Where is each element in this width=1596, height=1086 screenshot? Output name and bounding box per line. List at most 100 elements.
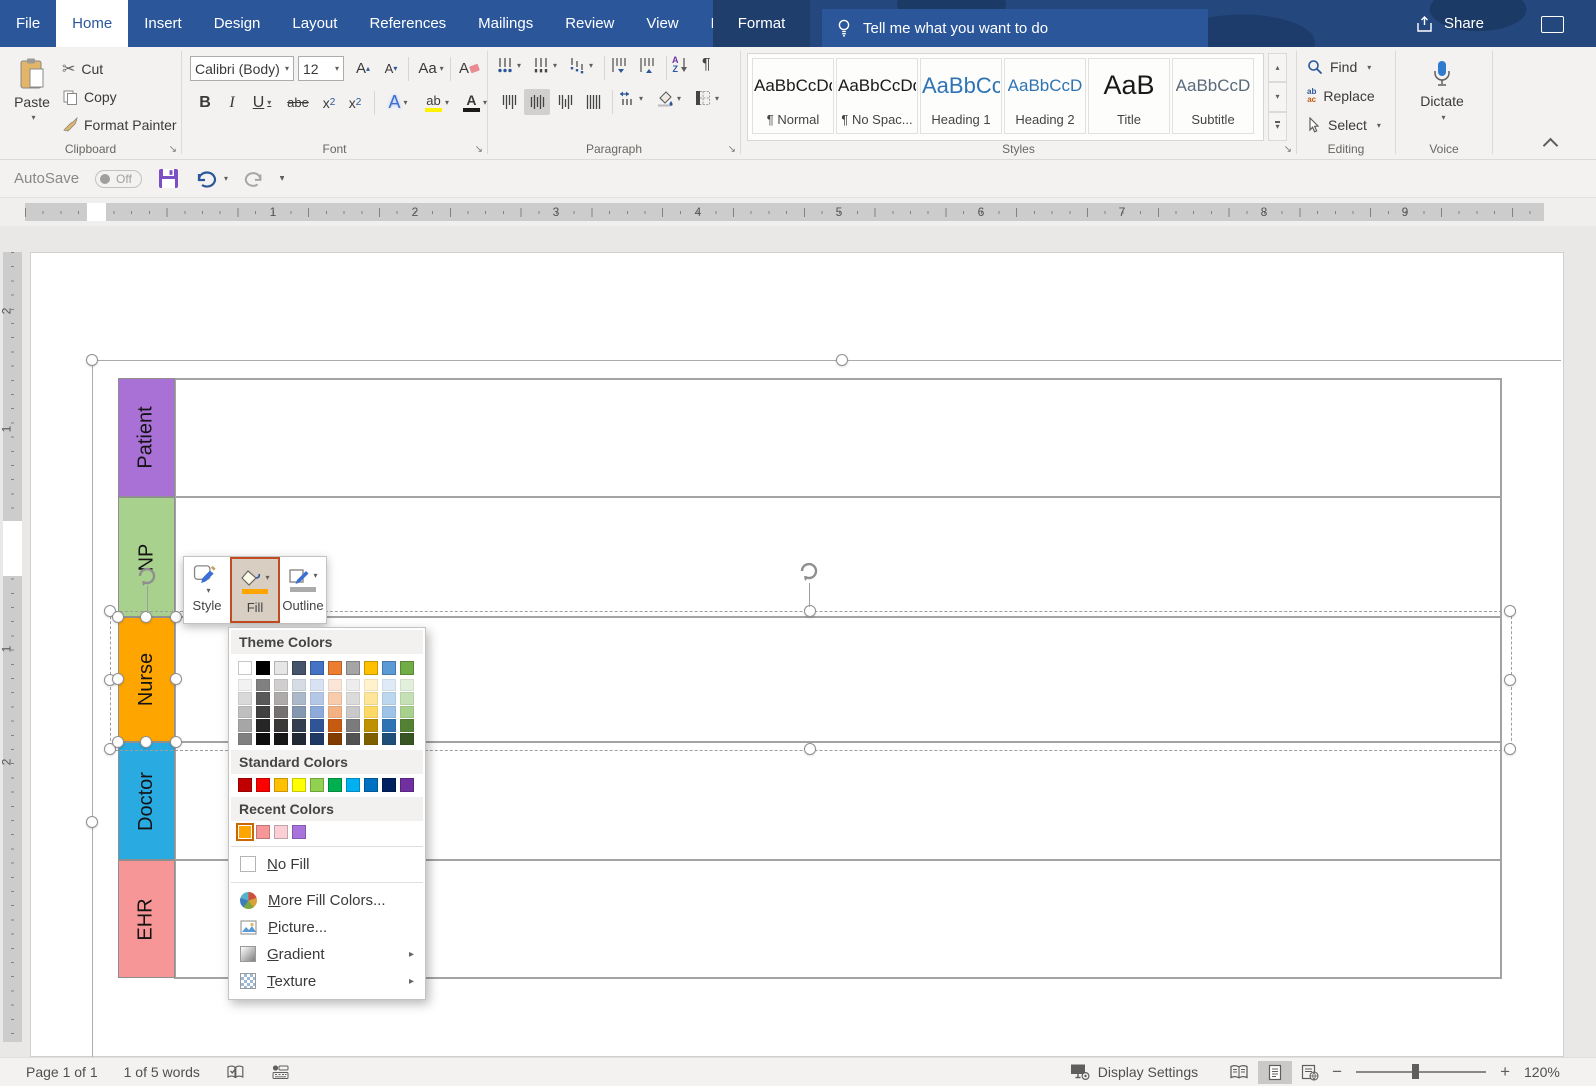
print-layout-button[interactable] bbox=[1258, 1061, 1292, 1084]
color-swatch[interactable] bbox=[292, 692, 306, 704]
zoom-in-button[interactable]: + bbox=[1496, 1062, 1514, 1082]
shape-handle[interactable] bbox=[170, 736, 182, 748]
canvas-handle-top-left[interactable] bbox=[86, 354, 98, 366]
select-button[interactable]: Select▾ bbox=[1307, 113, 1381, 137]
color-swatch[interactable] bbox=[346, 692, 360, 704]
shape-handle[interactable] bbox=[170, 673, 182, 685]
color-swatch[interactable] bbox=[238, 719, 252, 731]
color-swatch[interactable] bbox=[274, 778, 288, 792]
rotate-handle[interactable] bbox=[797, 559, 821, 583]
color-swatch[interactable] bbox=[328, 719, 342, 731]
save-icon[interactable] bbox=[158, 168, 179, 189]
shape-handle[interactable] bbox=[112, 673, 124, 685]
clear-formatting-button[interactable]: A bbox=[454, 56, 484, 81]
collapse-ribbon-icon[interactable] bbox=[1543, 138, 1559, 154]
italic-button[interactable]: I bbox=[220, 89, 244, 116]
color-swatch[interactable] bbox=[292, 825, 306, 839]
style-normal[interactable]: AaBbCcDd ¶ Normal bbox=[752, 58, 834, 134]
shrink-font-button[interactable]: A▾ bbox=[378, 56, 404, 81]
color-swatch[interactable] bbox=[346, 719, 360, 731]
color-swatch[interactable] bbox=[274, 706, 288, 718]
color-swatch[interactable] bbox=[364, 661, 378, 675]
color-swatch[interactable] bbox=[346, 778, 360, 792]
color-swatch[interactable] bbox=[256, 778, 270, 792]
page-indicator[interactable]: Page 1 of 1 bbox=[26, 1064, 98, 1080]
color-swatch[interactable] bbox=[256, 679, 270, 691]
color-swatch[interactable] bbox=[256, 719, 270, 731]
sort-button[interactable]: AZ bbox=[672, 56, 688, 74]
tell-me-search[interactable]: Tell me what you want to do bbox=[822, 9, 1208, 47]
find-button[interactable]: Find▾ bbox=[1307, 55, 1371, 79]
justify-button[interactable] bbox=[580, 89, 606, 115]
color-swatch[interactable] bbox=[292, 706, 306, 718]
color-swatch[interactable] bbox=[346, 706, 360, 718]
color-swatch[interactable] bbox=[328, 733, 342, 745]
shape-handle[interactable] bbox=[112, 611, 124, 623]
increase-indent-button[interactable] bbox=[638, 56, 656, 74]
color-swatch[interactable] bbox=[382, 778, 396, 792]
highlight-color-button[interactable]: ab▾ bbox=[418, 89, 456, 116]
zoom-slider-thumb[interactable] bbox=[1412, 1064, 1419, 1079]
color-swatch[interactable] bbox=[292, 679, 306, 691]
color-swatch[interactable] bbox=[382, 661, 396, 675]
canvas-handle-top-center[interactable] bbox=[836, 354, 848, 366]
color-swatch[interactable] bbox=[274, 692, 288, 704]
color-swatch[interactable] bbox=[364, 733, 378, 745]
style-heading-1[interactable]: AaBbCc Heading 1 bbox=[920, 58, 1002, 134]
color-swatch[interactable] bbox=[346, 733, 360, 745]
color-swatch[interactable] bbox=[400, 679, 414, 691]
paragraph-dialog-launcher[interactable]: ↘ bbox=[728, 145, 736, 155]
color-swatch[interactable] bbox=[274, 733, 288, 745]
shape-handle[interactable] bbox=[140, 736, 152, 748]
clipboard-dialog-launcher[interactable]: ↘ bbox=[169, 145, 177, 155]
color-swatch[interactable] bbox=[400, 706, 414, 718]
color-swatch[interactable] bbox=[238, 692, 252, 704]
color-swatch[interactable] bbox=[364, 706, 378, 718]
color-swatch[interactable] bbox=[292, 778, 306, 792]
rotate-handle[interactable] bbox=[135, 564, 159, 588]
gradient-fill-item[interactable]: Gradient ▸ bbox=[229, 941, 425, 968]
style-no-spacing[interactable]: AaBbCcDd ¶ No Spac... bbox=[836, 58, 918, 134]
style-button[interactable]: ▾ Style bbox=[184, 557, 230, 623]
strikethrough-button[interactable]: abe bbox=[282, 89, 314, 116]
share-button[interactable]: Share bbox=[1415, 0, 1484, 47]
line-spacing-button[interactable]: ▾ bbox=[618, 89, 643, 107]
font-dialog-launcher[interactable]: ↘ bbox=[475, 145, 483, 155]
color-swatch[interactable] bbox=[274, 719, 288, 731]
tab-view[interactable]: View bbox=[630, 0, 694, 47]
fill-button[interactable]: ▾ Fill bbox=[230, 557, 280, 623]
color-swatch[interactable] bbox=[364, 679, 378, 691]
undo-button[interactable]: ▾ bbox=[195, 170, 228, 188]
cut-button[interactable]: ✂ Cut bbox=[62, 57, 103, 81]
color-swatch[interactable] bbox=[328, 778, 342, 792]
color-swatch[interactable] bbox=[400, 733, 414, 745]
color-swatch[interactable] bbox=[400, 719, 414, 731]
shading-button[interactable]: ▾ bbox=[656, 89, 681, 107]
color-swatch[interactable] bbox=[346, 661, 360, 675]
color-swatch[interactable] bbox=[238, 706, 252, 718]
outline-button[interactable]: ▾ Outline bbox=[280, 557, 326, 623]
color-swatch[interactable] bbox=[274, 679, 288, 691]
lane-label-patient[interactable]: Patient bbox=[118, 378, 175, 497]
color-swatch[interactable] bbox=[238, 661, 252, 675]
copy-button[interactable]: Copy bbox=[62, 85, 117, 109]
lane-label-ehr[interactable]: EHR bbox=[118, 860, 175, 978]
zoom-level[interactable]: 120% bbox=[1524, 1064, 1576, 1080]
selection-handle[interactable] bbox=[804, 743, 816, 755]
align-right-button[interactable] bbox=[552, 89, 578, 115]
show-paragraph-marks-button[interactable]: ¶ bbox=[702, 56, 711, 74]
color-swatch[interactable] bbox=[310, 778, 324, 792]
styles-dialog-launcher[interactable]: ↘ bbox=[1284, 145, 1292, 155]
autosave-toggle[interactable]: Off bbox=[95, 170, 142, 188]
color-swatch[interactable] bbox=[238, 679, 252, 691]
paste-button[interactable]: Paste ▾ bbox=[8, 53, 56, 153]
style-title[interactable]: AaB Title bbox=[1088, 58, 1170, 134]
superscript-button[interactable]: x2 bbox=[342, 89, 368, 116]
color-swatch[interactable] bbox=[310, 692, 324, 704]
tab-review[interactable]: Review bbox=[549, 0, 630, 47]
color-swatch[interactable] bbox=[382, 692, 396, 704]
color-swatch[interactable] bbox=[238, 778, 252, 792]
zoom-out-button[interactable]: − bbox=[1328, 1062, 1346, 1082]
color-swatch[interactable] bbox=[274, 661, 288, 675]
color-swatch[interactable] bbox=[364, 692, 378, 704]
